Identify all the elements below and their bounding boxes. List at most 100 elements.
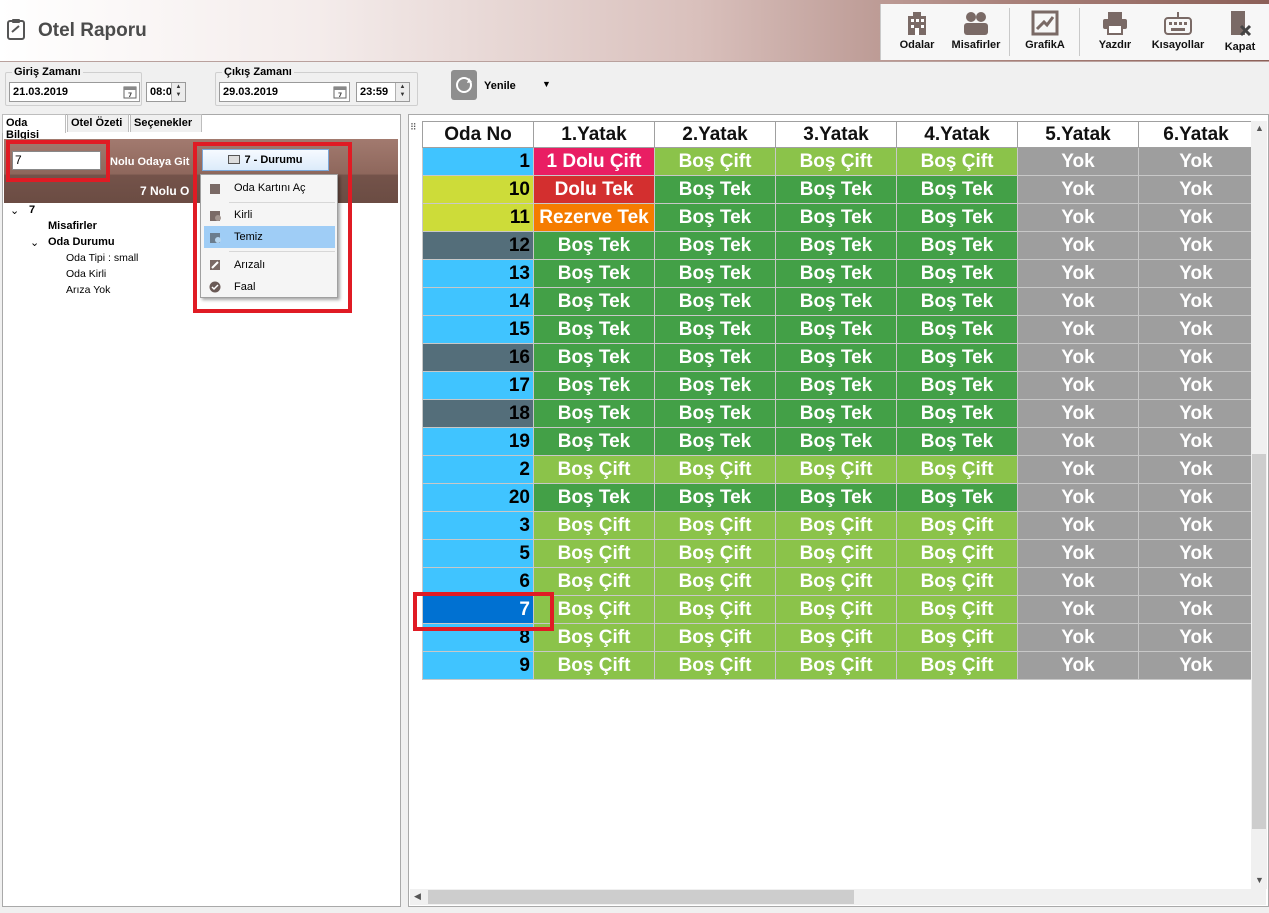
bed-cell[interactable]: Boş Tek: [654, 231, 776, 260]
bed-cell[interactable]: Yok: [1138, 175, 1254, 204]
table-row[interactable]: 12 Boş Tek Boş Tek Boş Tek Boş Tek Yok Yok: [422, 231, 1254, 260]
bed-cell[interactable]: Boş Tek: [896, 259, 1018, 288]
refresh-button[interactable]: Yenile ▼: [451, 70, 561, 104]
table-row[interactable]: 13 Boş Tek Boş Tek Boş Tek Boş Tek Yok Yok: [422, 259, 1254, 288]
bed-cell[interactable]: Yok: [1017, 147, 1139, 176]
room-number-cell[interactable]: 9: [422, 651, 534, 680]
scroll-left-icon[interactable]: ◀: [414, 891, 421, 902]
bed-cell[interactable]: Boş Tek: [533, 315, 655, 344]
bed-cell[interactable]: Yok: [1138, 147, 1254, 176]
bed-cell[interactable]: Yok: [1017, 287, 1139, 316]
bed-cell[interactable]: Boş Tek: [775, 231, 897, 260]
bed-cell[interactable]: Boş Tek: [654, 259, 776, 288]
bed-cell[interactable]: Boş Tek: [533, 231, 655, 260]
menu-faulty[interactable]: Arızalı: [204, 254, 335, 276]
bed-cell[interactable]: Boş Tek: [533, 343, 655, 372]
menu-dirty[interactable]: Kirli: [204, 204, 335, 226]
room-number-cell[interactable]: 2: [422, 455, 534, 484]
bed-cell[interactable]: Yok: [1138, 595, 1254, 624]
calendar-icon[interactable]: 7: [333, 85, 347, 99]
room-number-cell[interactable]: 16: [422, 343, 534, 372]
table-row[interactable]: 20 Boş Tek Boş Tek Boş Tek Boş Tek Yok Yok: [422, 483, 1254, 512]
bed-cell[interactable]: Yok: [1138, 315, 1254, 344]
bed-cell[interactable]: Boş Tek: [896, 343, 1018, 372]
bed-cell[interactable]: Boş Tek: [775, 427, 897, 456]
rooms-button[interactable]: Odalar: [887, 4, 947, 60]
scroll-thumb[interactable]: [1252, 454, 1266, 829]
bed-cell[interactable]: Boş Tek: [533, 259, 655, 288]
table-row[interactable]: 15 Boş Tek Boş Tek Boş Tek Boş Tek Yok Yok: [422, 315, 1254, 344]
bed-cell[interactable]: Boş Tek: [533, 371, 655, 400]
bed-cell[interactable]: Yok: [1017, 455, 1139, 484]
bed-cell[interactable]: Boş Tek: [896, 287, 1018, 316]
bed-cell[interactable]: Boş Tek: [775, 371, 897, 400]
bed-cell[interactable]: Boş Çift: [775, 455, 897, 484]
bed-cell[interactable]: Yok: [1017, 343, 1139, 372]
room-number-cell[interactable]: 5: [422, 539, 534, 568]
bed-cell[interactable]: Boş Tek: [775, 259, 897, 288]
checkout-time-field[interactable]: 23:59 ▲ ▼: [356, 82, 410, 102]
bed-cell[interactable]: Boş Çift: [896, 511, 1018, 540]
bed-cell[interactable]: 1 Dolu Çift: [533, 147, 655, 176]
bed-cell[interactable]: Boş Tek: [654, 203, 776, 232]
bed-cell[interactable]: Yok: [1138, 651, 1254, 680]
bed-cell[interactable]: Boş Tek: [533, 427, 655, 456]
menu-open-room-card[interactable]: Oda Kartını Aç: [204, 177, 335, 199]
grid-corner-handle[interactable]: ⠿: [410, 122, 417, 133]
column-header-bed[interactable]: 6.Yatak: [1138, 121, 1254, 148]
bed-cell[interactable]: Yok: [1017, 511, 1139, 540]
room-number-cell[interactable]: 3: [422, 511, 534, 540]
time-spinner[interactable]: ▲ ▼: [171, 83, 185, 101]
column-header-room[interactable]: Oda No: [422, 121, 534, 148]
bed-cell[interactable]: Boş Tek: [896, 427, 1018, 456]
bed-cell[interactable]: Yok: [1138, 343, 1254, 372]
tab-otel-ozeti[interactable]: Otel Özeti: [67, 114, 129, 132]
bed-cell[interactable]: Yok: [1017, 203, 1139, 232]
bed-cell[interactable]: Yok: [1138, 455, 1254, 484]
bed-cell[interactable]: Yok: [1138, 567, 1254, 596]
bed-cell[interactable]: Boş Çift: [775, 539, 897, 568]
bed-cell[interactable]: Boş Tek: [896, 483, 1018, 512]
bed-cell[interactable]: Boş Çift: [775, 623, 897, 652]
bed-cell[interactable]: Boş Tek: [654, 287, 776, 316]
bed-cell[interactable]: Boş Çift: [533, 511, 655, 540]
tree-node-guests[interactable]: Misafirler: [48, 220, 97, 232]
bed-cell[interactable]: Boş Çift: [654, 147, 776, 176]
bed-cell[interactable]: Yok: [1138, 427, 1254, 456]
bed-cell[interactable]: Boş Tek: [896, 175, 1018, 204]
bed-cell[interactable]: Yok: [1017, 315, 1139, 344]
room-number-cell[interactable]: 20: [422, 483, 534, 512]
bed-cell[interactable]: Rezerve Tek: [533, 203, 655, 232]
bed-cell[interactable]: Boş Tek: [533, 399, 655, 428]
tree-node-dirty[interactable]: Oda Kirli: [66, 268, 106, 280]
bed-cell[interactable]: Yok: [1138, 539, 1254, 568]
bed-cell[interactable]: Yok: [1017, 567, 1139, 596]
menu-active[interactable]: Faal: [204, 276, 335, 298]
column-header-bed[interactable]: 3.Yatak: [775, 121, 897, 148]
tree-toggle-icon[interactable]: ⌄: [10, 204, 19, 217]
table-row[interactable]: 11 Rezerve Tek Boş Tek Boş Tek Boş Tek Yok Yok: [422, 203, 1254, 232]
bed-cell[interactable]: Boş Tek: [775, 483, 897, 512]
scroll-down-icon[interactable]: ▼: [1255, 875, 1264, 885]
bed-cell[interactable]: Boş Tek: [896, 231, 1018, 260]
table-row[interactable]: 10 Dolu Tek Boş Tek Boş Tek Boş Tek Yok Yok: [422, 175, 1254, 204]
chevron-down-icon[interactable]: ▼: [542, 79, 551, 89]
bed-cell[interactable]: Yok: [1017, 399, 1139, 428]
bed-cell[interactable]: Boş Tek: [654, 343, 776, 372]
bed-cell[interactable]: Boş Tek: [775, 315, 897, 344]
bed-cell[interactable]: Boş Çift: [775, 595, 897, 624]
room-number-cell[interactable]: 12: [422, 231, 534, 260]
tree-node-room-status[interactable]: Oda Durumu: [48, 236, 115, 248]
bed-cell[interactable]: Boş Çift: [896, 623, 1018, 652]
bed-cell[interactable]: Yok: [1017, 371, 1139, 400]
bed-cell[interactable]: Boş Tek: [775, 343, 897, 372]
column-header-bed[interactable]: 1.Yatak: [533, 121, 655, 148]
bed-cell[interactable]: Yok: [1017, 651, 1139, 680]
bed-cell[interactable]: Boş Çift: [775, 511, 897, 540]
tab-secenekler[interactable]: Seçenekler: [130, 114, 202, 132]
bed-cell[interactable]: Yok: [1138, 231, 1254, 260]
table-row[interactable]: 11 Dolu Çift Boş Çift Boş Çift Boş Çift Yok Y…: [422, 147, 1254, 176]
room-number-cell[interactable]: 1: [422, 147, 534, 176]
bed-cell[interactable]: Yok: [1017, 595, 1139, 624]
bed-cell[interactable]: Boş Tek: [896, 371, 1018, 400]
